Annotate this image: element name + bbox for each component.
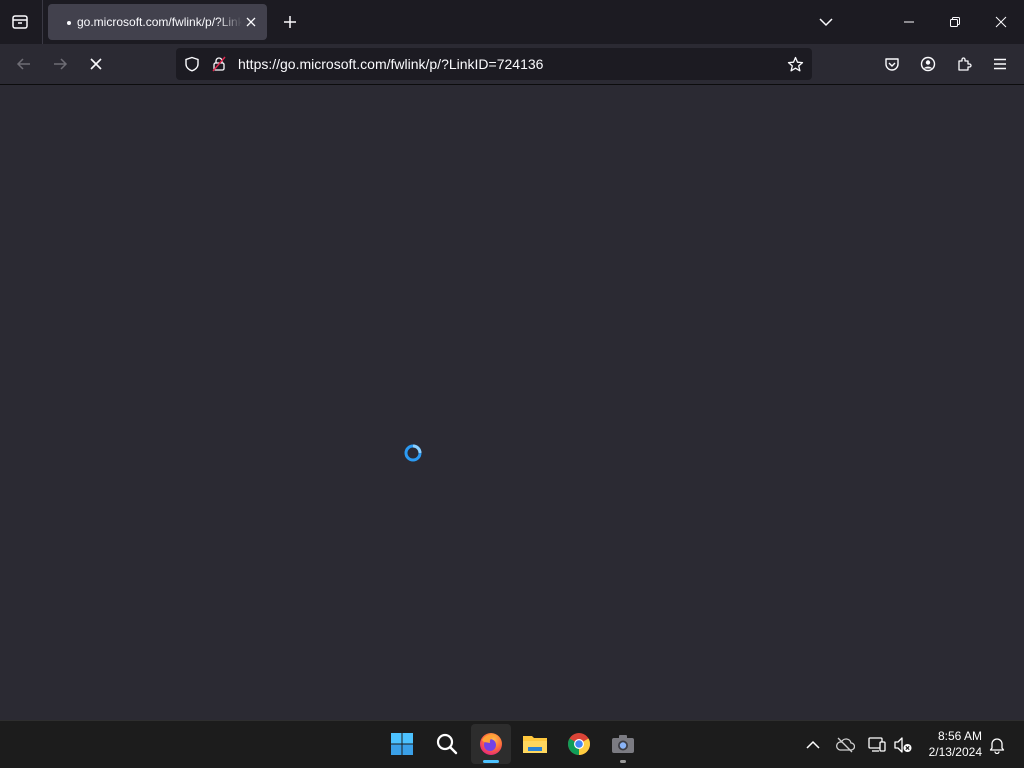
onedrive-tray[interactable] [833, 733, 857, 757]
loading-spinner-icon [404, 444, 422, 462]
url-text: https://go.microsoft.com/fwlink/p/?LinkI… [238, 56, 544, 72]
taskbar-file-explorer[interactable] [515, 724, 555, 764]
hamburger-menu-icon [994, 58, 1006, 70]
puzzle-icon [958, 57, 972, 71]
firefox-icon [480, 733, 502, 755]
minimize-icon [904, 21, 914, 23]
clock-time: 8:56 AM [937, 729, 982, 743]
restore-button[interactable] [932, 0, 978, 44]
firefox-view-button[interactable] [4, 6, 36, 38]
shield-icon[interactable] [184, 56, 200, 72]
account-button[interactable] [914, 50, 942, 78]
tab-close-button[interactable] [243, 14, 259, 30]
volume-muted-icon [894, 737, 912, 753]
taskbar-clock[interactable]: 8:56 AM 2/13/2024 [912, 728, 982, 760]
app-menu-button[interactable] [986, 50, 1014, 78]
extensions-button[interactable] [950, 50, 978, 78]
stop-button[interactable] [82, 50, 110, 78]
minimize-button[interactable] [886, 0, 932, 44]
close-window-icon [995, 16, 1007, 28]
stop-icon [90, 58, 102, 70]
bell-icon [989, 738, 1005, 754]
list-all-tabs-button[interactable] [803, 0, 849, 44]
active-tab[interactable]: go.microsoft.com/fwlink/p/?LinkID=724136 [48, 4, 267, 40]
clock-date: 2/13/2024 [928, 745, 982, 759]
new-tab-button[interactable] [276, 8, 304, 36]
show-hidden-icons-button[interactable] [801, 733, 825, 757]
close-window-button[interactable] [978, 0, 1024, 44]
pocket-button[interactable] [878, 50, 906, 78]
notifications-button[interactable] [985, 733, 1009, 757]
network-icon [868, 737, 886, 752]
search-icon [436, 733, 458, 755]
taskbar-firefox[interactable] [471, 724, 511, 764]
taskbar-camera[interactable] [603, 724, 643, 764]
navigation-toolbar: https://go.microsoft.com/fwlink/p/?LinkI… [0, 44, 1024, 85]
running-app-indicator [620, 760, 626, 763]
taskbar: 8:56 AM 2/13/2024 [0, 720, 1024, 768]
loading-dot-icon [67, 21, 71, 25]
close-icon [246, 17, 256, 27]
forward-button[interactable] [46, 50, 74, 78]
back-button[interactable] [10, 50, 38, 78]
star-icon[interactable] [787, 56, 804, 73]
search-button[interactable] [427, 724, 467, 764]
windows-logo-icon [391, 733, 413, 755]
restore-icon [950, 17, 960, 27]
folder-icon [523, 736, 547, 753]
chrome-icon [568, 733, 590, 755]
lock-icon[interactable] [211, 56, 227, 72]
tab-bar: go.microsoft.com/fwlink/p/?LinkID=724136 [0, 0, 1024, 44]
account-icon [920, 56, 936, 72]
url-bar[interactable]: https://go.microsoft.com/fwlink/p/?LinkI… [176, 48, 812, 80]
taskbar-chrome[interactable] [559, 724, 599, 764]
pocket-icon [885, 58, 899, 71]
start-button[interactable] [382, 724, 422, 764]
arrow-left-icon [16, 58, 30, 70]
active-app-indicator [483, 760, 499, 763]
arrow-right-icon [54, 58, 68, 70]
tab-separator [42, 0, 43, 44]
cloud-offline-icon [836, 737, 855, 753]
network-tray[interactable] [865, 733, 889, 757]
camera-icon [612, 735, 634, 753]
page-content [0, 85, 1024, 720]
chevron-up-icon [806, 740, 820, 749]
plus-icon [284, 16, 296, 28]
tab-list-icon [12, 15, 28, 29]
tab-title: go.microsoft.com/fwlink/p/?LinkID=724136 [77, 15, 242, 29]
chevron-down-icon [819, 18, 833, 27]
